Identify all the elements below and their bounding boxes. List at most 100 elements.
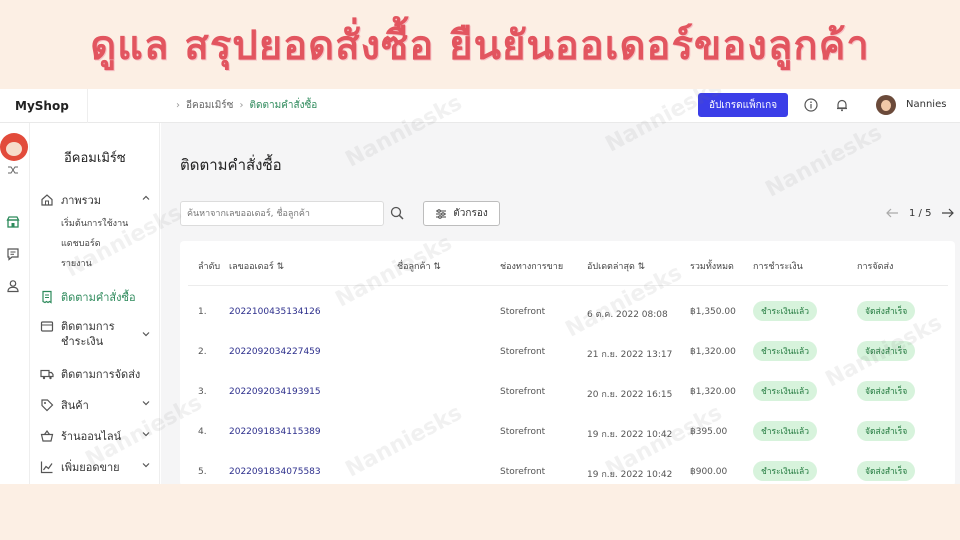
order-total: ฿1,320.00 bbox=[690, 387, 736, 397]
breadcrumb-chevron-icon: › bbox=[176, 100, 180, 111]
pagination: 1 / 5 bbox=[885, 207, 955, 219]
sidebar-item-label: ติดตามคำสั่งซื้อ bbox=[61, 291, 136, 304]
wallet-icon bbox=[40, 321, 54, 332]
app-window: MyShop › อีคอมเมิร์ซ › ติดตามคำสั่งซื้อ … bbox=[0, 89, 960, 484]
search-input[interactable] bbox=[180, 201, 384, 226]
header-divider bbox=[188, 285, 948, 286]
search-icon[interactable] bbox=[390, 206, 404, 220]
sidebar-title: อีคอมเมิร์ซ bbox=[64, 151, 126, 166]
shipping-status-badge: จัดส่งสำเร็จ bbox=[857, 341, 916, 361]
sidebar-item-online-store[interactable]: ร้านออนไลน์ bbox=[40, 427, 155, 445]
row-number: 3. bbox=[198, 387, 207, 397]
arrow-left-icon[interactable] bbox=[885, 207, 899, 219]
sales-channel: Storefront bbox=[500, 427, 546, 437]
last-updated: 6 ต.ค. 2022 08:08 bbox=[587, 310, 668, 320]
sidebar-item-label: สินค้า bbox=[61, 399, 89, 412]
last-updated: 19 ก.ย. 2022 10:42 bbox=[587, 430, 673, 440]
order-total: ฿900.00 bbox=[690, 467, 728, 477]
shipping-status-badge: จัดส่งสำเร็จ bbox=[857, 381, 916, 401]
arrow-right-icon[interactable] bbox=[941, 207, 955, 219]
chevron-down-icon[interactable] bbox=[141, 429, 151, 439]
sidebar-subitem-dashboard[interactable]: แดชบอร์ด bbox=[61, 236, 101, 250]
table-row[interactable]: 4. 2022091834115389 Storefront 19 ก.ย. 2… bbox=[180, 413, 955, 453]
sidebar-item-shipping-tracking[interactable]: ติดตามการจัดส่ง bbox=[40, 365, 155, 383]
table-row[interactable]: 3. 2022092034193915 Storefront 20 ก.ย. 2… bbox=[180, 373, 955, 413]
chevron-down-icon[interactable] bbox=[141, 460, 151, 470]
order-number-link[interactable]: 2022092034227459 bbox=[229, 347, 321, 357]
sidebar-item-boost-sales[interactable]: เพิ่มยอดขาย bbox=[40, 458, 155, 476]
order-number-link[interactable]: 2022100435134126 bbox=[229, 307, 321, 317]
order-number-link[interactable]: 2022091834075583 bbox=[229, 467, 321, 477]
row-number: 2. bbox=[198, 347, 207, 357]
sales-channel: Storefront bbox=[500, 307, 546, 317]
payment-status-badge: ชำระเงินแล้ว bbox=[753, 341, 817, 361]
chevron-down-icon[interactable] bbox=[141, 398, 151, 408]
shop-avatar[interactable] bbox=[0, 133, 28, 161]
sidebar-item-label: ร้านออนไลน์ bbox=[61, 430, 122, 443]
sales-channel: Storefront bbox=[500, 347, 546, 357]
top-bar: MyShop › อีคอมเมิร์ซ › ติดตามคำสั่งซื้อ … bbox=[0, 89, 960, 123]
truck-icon bbox=[40, 369, 54, 380]
username[interactable]: Nannies bbox=[906, 99, 946, 110]
breadcrumb-chevron-icon: › bbox=[239, 100, 244, 111]
sidebar-item-payment-tracking[interactable]: ติดตามการ ชำระเงิน bbox=[40, 319, 155, 349]
column-header: ลำดับ bbox=[198, 262, 221, 272]
receipt-icon bbox=[42, 290, 52, 304]
chevron-up-icon[interactable] bbox=[141, 193, 151, 203]
breadcrumb-ecommerce[interactable]: อีคอมเมิร์ซ bbox=[186, 98, 233, 113]
store-icon[interactable] bbox=[6, 215, 20, 229]
info-icon[interactable] bbox=[804, 98, 818, 112]
filter-button[interactable]: ตัวกรอง bbox=[423, 201, 500, 226]
last-updated: 19 ก.ย. 2022 10:42 bbox=[587, 470, 673, 480]
icon-rail bbox=[0, 123, 30, 484]
table-row[interactable]: 2. 2022092034227459 Storefront 21 ก.ย. 2… bbox=[180, 333, 955, 373]
order-number-link[interactable]: 2022091834115389 bbox=[229, 427, 321, 437]
column-header: การชำระเงิน bbox=[753, 262, 803, 272]
banner-title: ดูแล สรุปยอดสั่งซื้อ ยืนยันออเดอร์ของลูก… bbox=[90, 23, 870, 69]
order-total: ฿1,350.00 bbox=[690, 307, 736, 317]
column-header[interactable]: เลขออเดอร์ ⇅ bbox=[229, 259, 284, 273]
sidebar-item-label: ภาพรวม bbox=[61, 194, 102, 207]
column-header: รวมทั้งหมด bbox=[690, 262, 734, 272]
upgrade-button[interactable]: อัปเกรดแพ็กเกจ bbox=[698, 93, 788, 117]
user-icon[interactable] bbox=[6, 279, 20, 293]
tag-icon bbox=[41, 399, 54, 412]
column-header: การจัดส่ง bbox=[857, 262, 894, 272]
sales-channel: Storefront bbox=[500, 467, 546, 477]
chevron-down-icon[interactable] bbox=[141, 329, 151, 339]
chat-icon[interactable] bbox=[6, 247, 20, 261]
table-row[interactable]: 5. 2022091834075583 Storefront 19 ก.ย. 2… bbox=[180, 453, 955, 484]
sidebar-item-overview[interactable]: ภาพรวม bbox=[40, 191, 155, 209]
last-updated: 21 ก.ย. 2022 13:17 bbox=[587, 350, 673, 360]
bell-icon[interactable] bbox=[835, 98, 849, 112]
shipping-status-badge: จัดส่งสำเร็จ bbox=[857, 421, 916, 441]
column-header: ช่องทางการขาย bbox=[500, 262, 564, 272]
table-row[interactable]: 1. 2022100435134126 Storefront 6 ต.ค. 20… bbox=[180, 293, 955, 333]
basket-icon bbox=[40, 429, 54, 442]
column-header[interactable]: ชื่อลูกค้า ⇅ bbox=[397, 259, 441, 273]
order-total: ฿1,320.00 bbox=[690, 347, 736, 357]
row-number: 4. bbox=[198, 427, 207, 437]
user-avatar[interactable] bbox=[876, 95, 896, 115]
shipping-status-badge: จัดส่งสำเร็จ bbox=[857, 301, 916, 321]
last-updated: 20 ก.ย. 2022 16:15 bbox=[587, 390, 673, 400]
sales-channel: Storefront bbox=[500, 387, 546, 397]
sidebar-item-label: ติดตามการจัดส่ง bbox=[61, 368, 141, 381]
order-number-link[interactable]: 2022092034193915 bbox=[229, 387, 321, 397]
chart-icon bbox=[40, 461, 53, 474]
sidebar: อีคอมเมิร์ซ ภาพรวม เริ่มต้นการใช้งาน แดช… bbox=[30, 123, 160, 484]
sidebar-item-order-tracking[interactable]: ติดตามคำสั่งซื้อ bbox=[40, 288, 155, 306]
main-content: ติดตามคำสั่งซื้อ ตัวกรอง 1 / 5 ลำดับ bbox=[161, 123, 960, 484]
sidebar-subitem-reports[interactable]: รายงาน bbox=[61, 256, 92, 270]
sidebar-subitem-getting-started[interactable]: เริ่มต้นการใช้งาน bbox=[61, 216, 128, 230]
banner: ดูแล สรุปยอดสั่งซื้อ ยืนยันออเดอร์ของลูก… bbox=[0, 0, 960, 90]
column-header[interactable]: อัปเดตล่าสุด ⇅ bbox=[587, 259, 645, 273]
payment-status-badge: ชำระเงินแล้ว bbox=[753, 381, 817, 401]
payment-status-badge: ชำระเงินแล้ว bbox=[753, 421, 817, 441]
page-indicator: 1 / 5 bbox=[909, 207, 932, 219]
app-logo[interactable]: MyShop bbox=[0, 89, 88, 123]
sidebar-item-products[interactable]: สินค้า bbox=[40, 396, 155, 414]
shuffle-icon[interactable] bbox=[7, 165, 19, 175]
row-number: 1. bbox=[198, 307, 207, 317]
shipping-status-badge: จัดส่งสำเร็จ bbox=[857, 461, 916, 481]
